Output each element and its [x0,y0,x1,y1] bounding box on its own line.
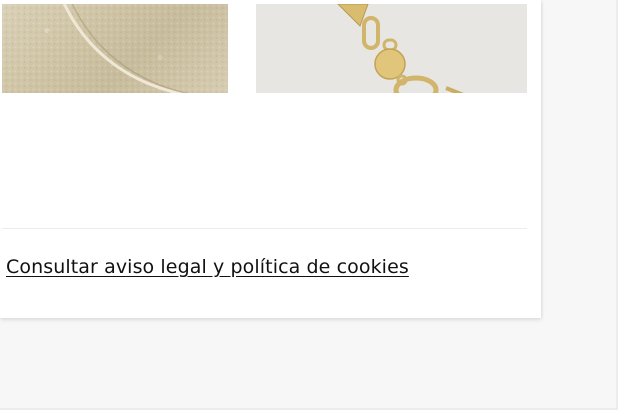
section-divider [2,228,527,229]
gold-leather-bag-image [2,4,228,93]
content-card: Consultar aviso legal y política de cook… [0,0,541,318]
product-image-gold-leather[interactable] [2,4,228,93]
gold-chain-necklace-image [337,4,464,93]
product-image-gold-chain[interactable] [256,4,527,93]
legal-cookies-link[interactable]: Consultar aviso legal y política de cook… [6,256,409,278]
